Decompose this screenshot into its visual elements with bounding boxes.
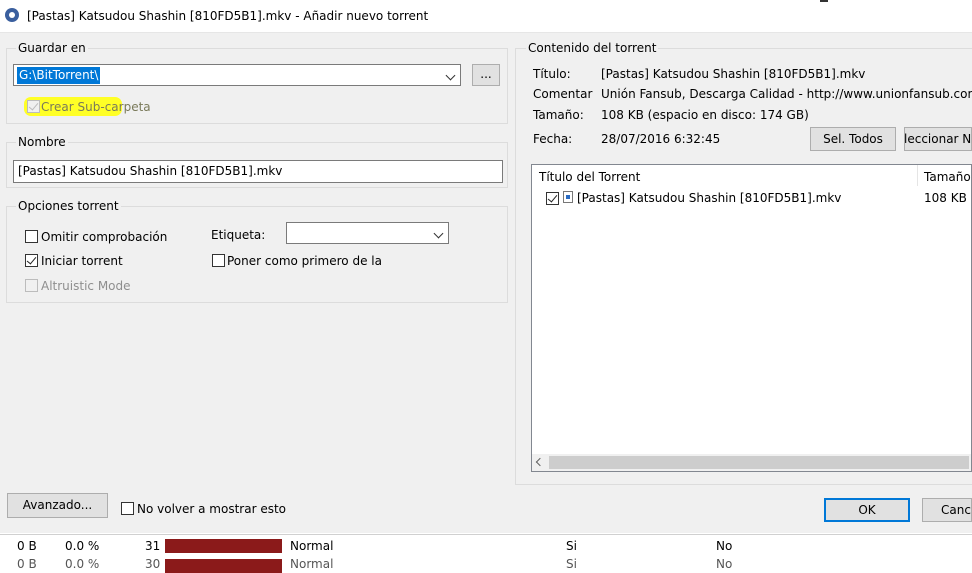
- progress-bar: [165, 539, 282, 553]
- create-subfolder-checkbox[interactable]: [27, 100, 40, 113]
- select-none-label: Seleccionar Ninguno: [904, 132, 972, 146]
- cell-size: 0 B: [17, 557, 37, 571]
- cell-col-a: Si: [566, 557, 577, 571]
- scrollbar-thumb[interactable]: [549, 456, 969, 469]
- size-key: Tamaño:: [533, 108, 584, 122]
- queue-first-label-clip: Poner como primero de la cola: [227, 254, 386, 270]
- select-none-button[interactable]: Seleccionar Ninguno: [904, 127, 972, 151]
- title-value: [Pastas] Katsudou Shashin [810FD5B1].mkv: [601, 67, 866, 81]
- cell-col-a: Si: [566, 539, 577, 553]
- options-legend: Opciones torrent: [16, 199, 121, 213]
- browse-button[interactable]: ...: [472, 64, 500, 86]
- altruistic-mode-label: Altruistic Mode: [41, 279, 131, 293]
- column-separator[interactable]: [917, 165, 918, 186]
- cancel-button[interactable]: Cancelar: [922, 498, 972, 522]
- close-icon-fragment[interactable]: [820, 0, 828, 2]
- create-subfolder-label: Crear Sub-carpeta: [41, 100, 151, 114]
- title-bar: [Pastas] Katsudou Shashin [810FD5B1].mkv…: [0, 0, 972, 33]
- add-torrent-dialog: Guardar en G:\BitTorrent\ ... Crear Sub-…: [0, 33, 972, 533]
- queue-first-checkbox[interactable]: [212, 254, 225, 267]
- chevron-down-icon[interactable]: [445, 70, 456, 81]
- cell-num: 30: [145, 557, 161, 571]
- save-in-legend: Guardar en: [16, 41, 88, 55]
- name-legend: Nombre: [16, 135, 68, 149]
- horizontal-scrollbar[interactable]: [532, 454, 971, 471]
- ok-button[interactable]: OK: [824, 498, 910, 522]
- content-legend: Contenido del torrent: [526, 41, 659, 55]
- cancel-label: Cancelar: [941, 503, 971, 517]
- label-caption: Etiqueta:: [211, 228, 266, 242]
- altruistic-mode-checkbox[interactable]: [25, 279, 38, 292]
- dont-show-label: No volver a mostrar esto: [137, 502, 287, 516]
- comment-key: Comentari: [533, 87, 593, 101]
- select-all-button[interactable]: Sel. Todos: [810, 127, 896, 151]
- save-path-value: G:\BitTorrent\: [17, 67, 101, 84]
- start-torrent-label: Iniciar torrent: [41, 254, 123, 268]
- list-item[interactable]: [Pastas] Katsudou Shashin [810FD5B1].mkv…: [532, 187, 971, 209]
- chevron-down-icon[interactable]: [433, 228, 444, 239]
- start-torrent-checkbox[interactable]: [25, 254, 38, 267]
- cell-priority: Normal: [290, 539, 334, 553]
- label-combo[interactable]: [286, 222, 449, 244]
- title-key: Título:: [533, 67, 571, 81]
- skip-check-label: Omitir comprobación: [41, 230, 168, 244]
- skip-check-checkbox[interactable]: [25, 230, 38, 243]
- cell-priority: Normal: [290, 557, 334, 571]
- cell-col-b: No: [716, 539, 733, 553]
- comment-key-clip: Comentari: [533, 87, 593, 103]
- cell-percent: 0.0 %: [65, 539, 100, 553]
- advanced-button[interactable]: Avanzado...: [7, 493, 108, 518]
- cell-percent: 0.0 %: [65, 557, 100, 571]
- file-checkbox[interactable]: [546, 192, 559, 205]
- background-torrent-table: 0 B 0.0 % 31 Normal Si No 0 B 0.0 % 30 N…: [0, 534, 972, 573]
- video-file-icon: [563, 191, 573, 203]
- dont-show-checkbox[interactable]: [121, 502, 134, 515]
- progress-bar: [165, 559, 282, 573]
- name-field[interactable]: [Pastas] Katsudou Shashin [810FD5B1].mkv: [13, 160, 503, 183]
- window-title: [Pastas] Katsudou Shashin [810FD5B1].mkv…: [27, 9, 429, 23]
- cell-col-b: No: [716, 557, 733, 571]
- file-list[interactable]: Título del Torrent Tamaño [Pastas] Katsu…: [531, 164, 972, 472]
- cell-num: 31: [145, 539, 161, 553]
- column-header-title[interactable]: Título del Torrent: [539, 170, 640, 184]
- save-path-combo[interactable]: G:\BitTorrent\: [13, 64, 461, 86]
- size-value: 108 KB (espacio en disco: 174 GB): [601, 108, 809, 122]
- date-key: Fecha:: [533, 132, 573, 146]
- cell-size: 0 B: [17, 539, 37, 553]
- queue-first-label: Poner como primero de la cola: [227, 254, 386, 268]
- date-value: 28/07/2016 6:32:45: [601, 132, 721, 146]
- file-name: [Pastas] Katsudou Shashin [810FD5B1].mkv: [577, 191, 842, 205]
- file-size: 108 KB: [924, 191, 967, 205]
- bittorrent-icon: [5, 8, 19, 22]
- name-value: [Pastas] Katsudou Shashin [810FD5B1].mkv: [18, 164, 283, 178]
- column-header-size[interactable]: Tamaño: [924, 170, 971, 184]
- comment-value: Unión Fansub, Descarga Calidad - http://…: [601, 87, 972, 101]
- scroll-left-icon[interactable]: [535, 457, 545, 467]
